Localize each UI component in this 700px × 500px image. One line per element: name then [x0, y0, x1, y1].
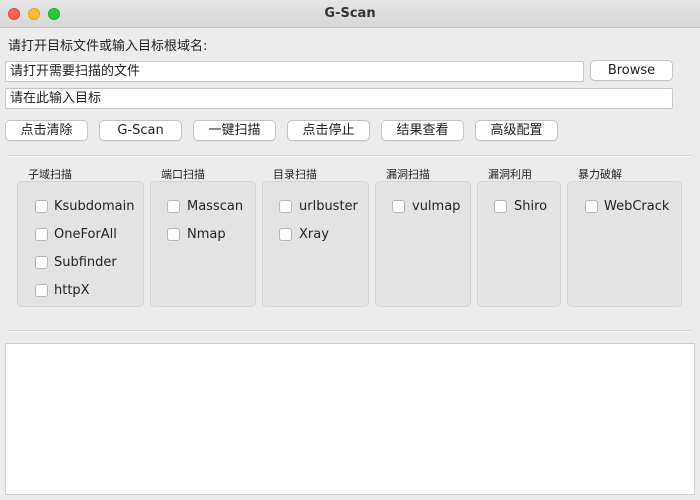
group-title-vuln-exploit: 漏洞利用: [488, 168, 532, 181]
option-label: Shiro: [514, 199, 548, 214]
checkbox[interactable]: [585, 200, 598, 213]
group-title-vuln-scan: 漏洞扫描: [386, 168, 430, 181]
one-click-scan-button[interactable]: 一键扫描: [193, 120, 276, 141]
title-bar[interactable]: G-Scan: [0, 0, 700, 28]
option-label: urlbuster: [299, 199, 358, 214]
browse-button[interactable]: Browse: [590, 60, 673, 81]
checkbox[interactable]: [167, 228, 180, 241]
checkbox[interactable]: [279, 228, 292, 241]
checkbox[interactable]: [392, 200, 405, 213]
view-results-button[interactable]: 结果查看: [381, 120, 464, 141]
window-title: G-Scan: [324, 6, 376, 21]
option-label: Masscan: [187, 199, 244, 214]
option-label: Ksubdomain: [54, 199, 135, 214]
group-subdomain: Ksubdomain OneForAll Subfinder httpX: [17, 181, 144, 307]
advanced-settings-button[interactable]: 高级配置: [475, 120, 558, 141]
option-label: OneForAll: [54, 227, 117, 242]
clear-button[interactable]: 点击清除: [5, 120, 88, 141]
app-window: G-Scan 请打开目标文件或输入目标根域名: Browse 点击清除 G-Sc…: [0, 0, 700, 500]
group-vuln-exploit: Shiro: [477, 181, 561, 307]
group-vuln-scan: vulmap: [375, 181, 471, 307]
group-title-directory: 目录扫描: [273, 168, 317, 181]
checkbox[interactable]: [35, 256, 48, 269]
option-label: Subfinder: [54, 255, 117, 270]
option-label: WebCrack: [604, 199, 670, 214]
checkbox[interactable]: [494, 200, 507, 213]
checkbox[interactable]: [35, 284, 48, 297]
option-label: Nmap: [187, 227, 226, 242]
file-path-input[interactable]: [5, 61, 584, 82]
bottom-separator: [8, 330, 692, 332]
top-separator: [8, 155, 692, 157]
group-bruteforce: WebCrack: [567, 181, 682, 307]
stop-button[interactable]: 点击停止: [287, 120, 370, 141]
output-text-area[interactable]: [5, 343, 695, 495]
checkbox[interactable]: [35, 200, 48, 213]
option-label: Xray: [299, 227, 329, 242]
group-port: Masscan Nmap: [150, 181, 256, 307]
checkbox[interactable]: [279, 200, 292, 213]
close-window-icon[interactable]: [8, 8, 20, 20]
checkbox[interactable]: [35, 228, 48, 241]
group-title-subdomain: 子域扫描: [28, 168, 72, 181]
target-input[interactable]: [5, 88, 673, 109]
group-title-bruteforce: 暴力破解: [578, 168, 622, 181]
target-prompt-label: 请打开目标文件或输入目标根域名:: [8, 39, 208, 54]
minimize-window-icon[interactable]: [28, 8, 40, 20]
group-title-port: 端口扫描: [161, 168, 205, 181]
gscan-button[interactable]: G-Scan: [99, 120, 182, 141]
maximize-window-icon[interactable]: [48, 8, 60, 20]
group-directory: urlbuster Xray: [262, 181, 369, 307]
option-label: vulmap: [412, 199, 461, 214]
option-label: httpX: [54, 283, 90, 298]
checkbox[interactable]: [167, 200, 180, 213]
